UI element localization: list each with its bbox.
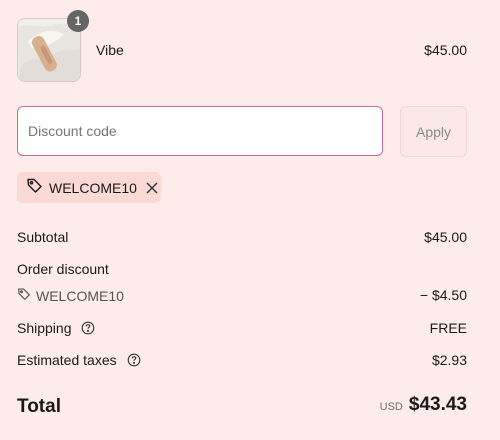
- apply-button[interactable]: Apply: [400, 106, 467, 157]
- discount-value: − $4.50: [419, 287, 467, 303]
- currency-code: USD: [379, 401, 403, 413]
- discount-code-text: WELCOME10: [36, 287, 124, 304]
- order-discount-label: Order discount: [17, 261, 109, 277]
- order-summary: 1 Vibe $45.00 Apply WELCOME10 Subtotal $…: [17, 0, 467, 440]
- applied-discount-chip: WELCOME10: [17, 172, 161, 203]
- help-icon[interactable]: [81, 321, 95, 338]
- taxes-value: $2.93: [431, 352, 467, 368]
- product-name: Vibe: [96, 42, 124, 58]
- close-icon[interactable]: [145, 181, 159, 195]
- total-label: Total: [17, 396, 61, 417]
- taxes-label: Estimated taxes: [17, 352, 117, 368]
- applied-discount-code: WELCOME10: [49, 179, 137, 196]
- line-item: 1 Vibe $45.00: [17, 10, 467, 82]
- help-icon[interactable]: [127, 353, 141, 370]
- subtotal-value: $45.00: [424, 229, 467, 245]
- product-price: $45.00: [424, 42, 467, 58]
- subtotal-label: Subtotal: [17, 229, 69, 245]
- tag-icon: [26, 177, 43, 199]
- discount-code-line: WELCOME10: [17, 287, 124, 304]
- total-amount-group: USD $43.43: [380, 394, 467, 416]
- discount-code-input[interactable]: [17, 106, 383, 156]
- quantity-badge: 1: [67, 10, 89, 32]
- total-amount: $43.43: [408, 394, 467, 415]
- tag-icon: [17, 287, 31, 304]
- shipping-label: Shipping: [17, 320, 72, 336]
- shipping-value: FREE: [429, 320, 467, 336]
